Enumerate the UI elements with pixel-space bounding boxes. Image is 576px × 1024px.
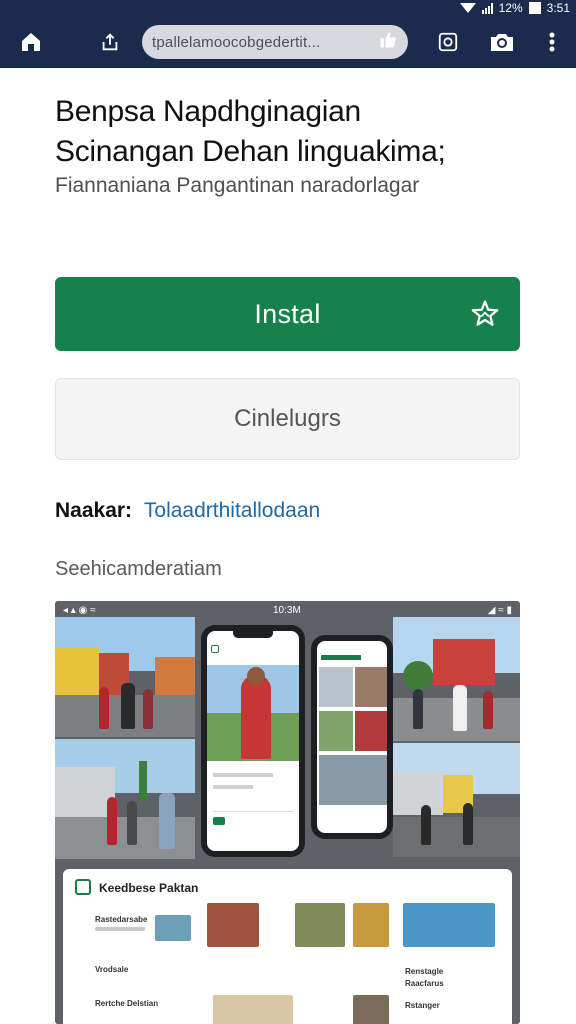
battery-icon [528,2,541,14]
home-icon[interactable] [17,28,45,56]
phone-mockup-2 [311,635,393,839]
url-bar[interactable]: tpallelamoocobgedertit... [142,25,408,59]
feature-card-title: Keedbese Paktan [99,881,199,895]
url-text: tpallelamoocobgedertit... [152,33,321,51]
card-thumb [403,903,495,947]
card-row-label: Rertche Delstian [95,999,159,1008]
village-photo-1 [55,617,195,737]
status-indicators: 12% 3:51 [459,0,570,16]
app-subtitle: Fiannaniana Pangantinan naradorlagar [55,174,420,197]
screenshot-preview[interactable]: ◂ ▴ ◉ ≈ 10:3M ◢ ≈ ▮ Keedbese Paktan Rast… [55,601,520,1024]
card-right-label: Rstanger [405,1001,440,1010]
share-icon[interactable] [96,28,124,56]
developer-label: Naakar: [55,499,133,522]
wifi-icon [459,3,476,13]
phone-mockup-1 [201,625,305,857]
tabs-icon[interactable] [434,28,462,56]
status-bar: 12% 3:51 [0,0,576,16]
feature-card: Keedbese Paktan Rastedarsabe Vrodsale Re… [63,869,512,1024]
app-title-line1: Benpsa Napdhginagian [55,95,361,128]
install-label: Instal [254,298,321,329]
card-right-label: Raacfarus [405,979,444,988]
card-row-sub [95,927,145,931]
more-vert-icon[interactable] [538,28,566,56]
app-logo-icon [75,879,91,895]
app-title-line2: Scinangan Dehan linguakima; [55,135,446,168]
install-button[interactable]: Instal [55,277,520,351]
village-photo-3 [393,617,520,741]
card-row-label: Rastedarsabe [95,915,148,924]
card-thumb [353,995,389,1024]
village-photo-4 [393,743,520,857]
app-title: Benpsa Napdhginagian Scinangan Dehan lin… [55,92,535,172]
star-icon[interactable] [470,299,500,329]
clock: 3:51 [546,1,570,15]
card-row-label: Vrodsale [95,965,129,974]
card-thumb [207,903,259,947]
secondary-button[interactable]: Cinlelugrs [55,378,520,460]
card-right-label: Renstagle [405,967,444,976]
battery-percent: 12% [498,1,523,15]
village-photo-2 [55,739,195,859]
secondary-label: Cinlelugrs [234,405,341,432]
card-thumb [353,903,389,947]
panel-status-time: 10:3M [273,605,301,616]
developer-link[interactable]: Tolaadrthitallodaan [144,499,320,522]
screenshots-label: Seehicamderatiam [55,558,222,580]
card-thumb [155,915,191,941]
card-thumb [213,995,293,1024]
browser-toolbar: tpallelamoocobgedertit... [0,16,576,68]
panel-status-icons: ◂ ▴ ◉ ≈ [63,605,96,616]
signal-icon [481,2,493,14]
camera-icon[interactable] [488,28,516,56]
thumbs-up-icon[interactable] [378,30,398,55]
card-thumb [295,903,345,947]
developer-row: Naakar: Tolaadrthitallodaan [55,499,320,523]
panel-status-right: ◢ ≈ ▮ [487,605,512,616]
